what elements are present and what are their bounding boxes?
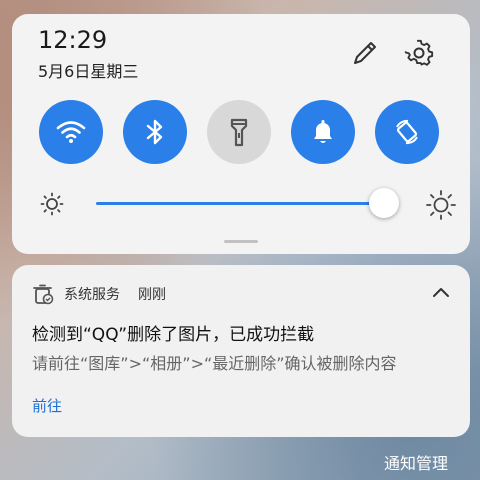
notification-title: 检测到“QQ”删除了图片，已成功拦截 [32, 325, 315, 345]
clock-time: 12:29 [38, 26, 108, 54]
edit-pencil-icon[interactable] [348, 36, 382, 70]
quick-settings-panel: 12:29 5月6日星期三 [12, 14, 470, 254]
bell-icon [314, 120, 332, 143]
bluetooth-icon [146, 119, 163, 145]
brightness-low-icon [40, 192, 64, 220]
flashlight-tile[interactable] [207, 100, 271, 164]
wifi-icon [56, 121, 86, 143]
panel-drag-handle[interactable] [224, 240, 258, 243]
notification-manage-button[interactable]: 通知管理 [384, 450, 448, 474]
notification-time: 刚刚 [138, 287, 166, 303]
chevron-up-icon[interactable] [432, 283, 450, 302]
notification-card[interactable]: 系统服务 刚刚 检测到“QQ”删除了图片，已成功拦截 请前往“图库”>“相册”>… [12, 265, 470, 437]
notification-app-name: 系统服务 [64, 287, 120, 303]
trash-icon [32, 283, 54, 309]
rotate-icon [396, 119, 418, 145]
bluetooth-tile[interactable] [123, 100, 187, 164]
clock-date: 5月6日星期三 [38, 62, 139, 81]
brightness-slider-row [36, 184, 456, 224]
settings-gear-icon[interactable] [402, 36, 436, 70]
flashlight-icon [230, 118, 248, 147]
quick-tiles-row [39, 100, 439, 164]
brightness-high-icon [426, 190, 456, 224]
wifi-tile[interactable] [39, 100, 103, 164]
notification-body: 请前往“图库”>“相册”>“最近删除”确认被删除内容 [32, 354, 397, 373]
auto-rotate-tile[interactable] [375, 100, 439, 164]
notification-action-button[interactable]: 前往 [32, 395, 62, 416]
brightness-thumb[interactable] [369, 188, 399, 218]
sound-tile[interactable] [291, 100, 355, 164]
brightness-track[interactable] [96, 202, 386, 205]
